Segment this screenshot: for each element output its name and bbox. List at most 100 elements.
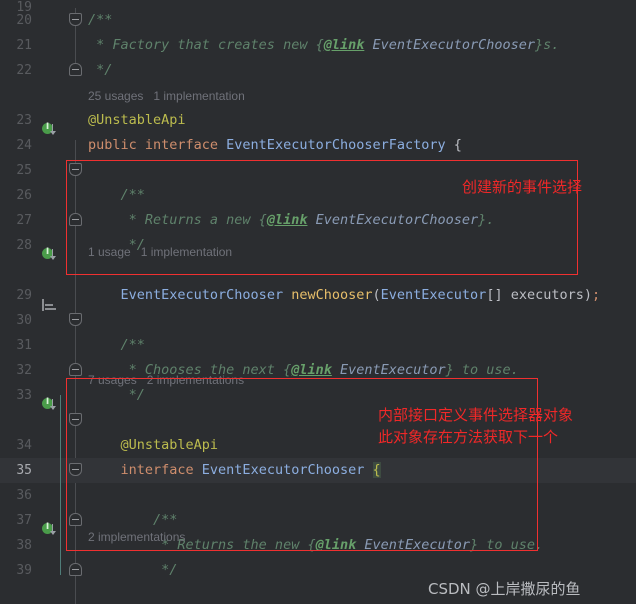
indent-guide	[60, 395, 61, 575]
code-line-22[interactable]: 22 */	[0, 58, 636, 83]
implemented-arrow	[50, 399, 56, 410]
annotation-note-2-line-1: 内部接口定义事件选择器对象	[378, 406, 574, 424]
line-number-32: 32	[16, 363, 32, 378]
token-cmt: } to use.	[445, 362, 519, 378]
code-text-24: public interface EventExecutorChooserFac…	[88, 133, 462, 158]
token-method: newChooser	[291, 287, 373, 303]
implemented-icon-line-24[interactable]	[42, 121, 57, 137]
fold-marker-line-35[interactable]	[69, 413, 82, 426]
implemented-arrow	[50, 124, 56, 135]
line-number-35: 35	[16, 463, 32, 478]
line-number-29: 29	[16, 288, 32, 303]
fold-marker-line-41[interactable]	[69, 563, 82, 576]
line-number-20: 20	[16, 13, 32, 28]
implemented-icon-line-40[interactable]	[42, 521, 57, 537]
token-cmt: /**	[88, 337, 145, 353]
line-number-37: 37	[16, 513, 32, 528]
code-line-20[interactable]: 20 /**	[0, 8, 636, 33]
line-number-23: 23	[16, 113, 32, 128]
fold-marker-line-39[interactable]	[69, 513, 82, 526]
token-plain: {	[445, 137, 462, 153]
changed-lines-bar	[42, 299, 44, 311]
code-line-23[interactable]: 23 @UnstableApi	[0, 108, 636, 133]
token-semi: ;	[592, 287, 601, 303]
changed-lines-dash	[45, 308, 56, 310]
token-cmt: /**	[88, 187, 145, 203]
code-line-35[interactable]: 35 interface EventExecutorChooser {	[0, 458, 636, 483]
code-line-31[interactable]: 31 /**	[0, 333, 636, 358]
fold-marker-line-20[interactable]	[69, 13, 82, 26]
code-line-24[interactable]: 24 public interface EventExecutorChooserF…	[0, 133, 636, 158]
token-cmt-tag: @link	[291, 362, 332, 378]
line-number-26: 26	[16, 188, 32, 203]
token-cmt: * Returns a new {	[88, 212, 267, 228]
code-text-34: @UnstableApi	[88, 433, 219, 458]
token-brace-hl: {	[372, 462, 381, 478]
line-number-30: 30	[16, 313, 32, 328]
changed-lines-dash	[45, 304, 53, 306]
code-line-27[interactable]: 27 * Returns a new {@link EventExecutorC…	[0, 208, 636, 233]
line-number-36: 36	[16, 488, 32, 503]
inlay-hint-4[interactable]: 2 implementations	[88, 525, 185, 550]
code-text-23: @UnstableApi	[88, 108, 186, 133]
token-cmt: */	[88, 562, 178, 578]
line-number-39: 39	[16, 563, 32, 578]
token-cmt: } to use.	[470, 537, 544, 553]
fold-marker-line-22[interactable]	[69, 63, 82, 76]
fold-marker-line-31[interactable]	[69, 313, 82, 326]
line-number-27: 27	[16, 213, 32, 228]
token-plain: )	[583, 287, 592, 303]
token-cmt: * Factory that creates new {	[88, 37, 324, 53]
code-text-29: EventExecutorChooser newChooser(EventExe…	[88, 283, 601, 308]
token-cmt-type: EventExecutorChooser	[315, 212, 479, 228]
fold-marker-line-37[interactable]	[69, 463, 82, 476]
line-number-24: 24	[16, 138, 32, 153]
token-type: EventExecutor	[380, 287, 487, 303]
token-cmt-type: EventExecutorChooser	[372, 37, 536, 53]
token-cmt	[307, 212, 315, 228]
implemented-arrow	[50, 249, 56, 260]
inlay-hint-1[interactable]: 25 usages 1 implementation	[88, 84, 245, 109]
changed-lines-icon-line-31[interactable]	[42, 299, 56, 311]
annotation-note-2-line-2: 此对象存在方法获取下一个	[378, 428, 559, 446]
implemented-icon-line-35[interactable]	[42, 396, 57, 412]
fold-marker-line-28[interactable]	[69, 213, 82, 226]
line-number-21: 21	[16, 38, 32, 53]
fold-marker-line-26[interactable]	[69, 163, 82, 176]
token-kw: public interface	[88, 137, 227, 153]
annotation-note-1: 创建新的事件选择	[462, 178, 583, 196]
inlay-hint-3[interactable]: 7 usages 2 implementations	[88, 368, 244, 393]
code-line-30[interactable]: 30	[0, 308, 636, 333]
code-text-20: /**	[88, 8, 112, 33]
code-text-27: * Returns a new {@link EventExecutorChoo…	[88, 208, 495, 233]
token-cmt: }.	[478, 212, 495, 228]
line-number-28: 28	[16, 238, 32, 253]
token-type: EventExecutorChooser	[120, 287, 284, 303]
code-editor-screenshot: 19 20/** 21 * Factory that creates new {@l…	[0, 0, 636, 604]
implemented-arrow	[50, 524, 56, 535]
code-line-36[interactable]: 36	[0, 483, 636, 508]
token-kw: interface	[120, 462, 202, 478]
token-plain: (	[372, 287, 381, 303]
code-text-31: /**	[88, 333, 145, 358]
code-line-29[interactable]: 29 EventExecutorChooser newChooser(Event…	[0, 283, 636, 308]
line-number-31: 31	[16, 338, 32, 353]
implemented-icon-line-29[interactable]	[42, 246, 57, 262]
line-number-25: 25	[16, 163, 32, 178]
fold-marker-line-33[interactable]	[69, 363, 82, 376]
code-text-26: /**	[88, 183, 145, 208]
code-line-21[interactable]: 21 * Factory that creates new {@link Eve…	[0, 33, 636, 58]
line-number-34: 34	[16, 438, 32, 453]
token-cmt-type: EventExecutor	[339, 362, 446, 378]
token-cmt-tag: @link	[323, 37, 365, 53]
code-text-22: */	[88, 58, 112, 83]
token-cmt-tag: @link	[315, 537, 357, 553]
code-text-35: interface EventExecutorChooser {	[88, 458, 381, 483]
token-cmt: }s.	[535, 37, 560, 53]
token-cmt-tag: @link	[266, 212, 308, 228]
line-number-33: 33	[16, 388, 32, 403]
inlay-hint-2[interactable]: 1 usage 1 implementation	[88, 240, 232, 265]
